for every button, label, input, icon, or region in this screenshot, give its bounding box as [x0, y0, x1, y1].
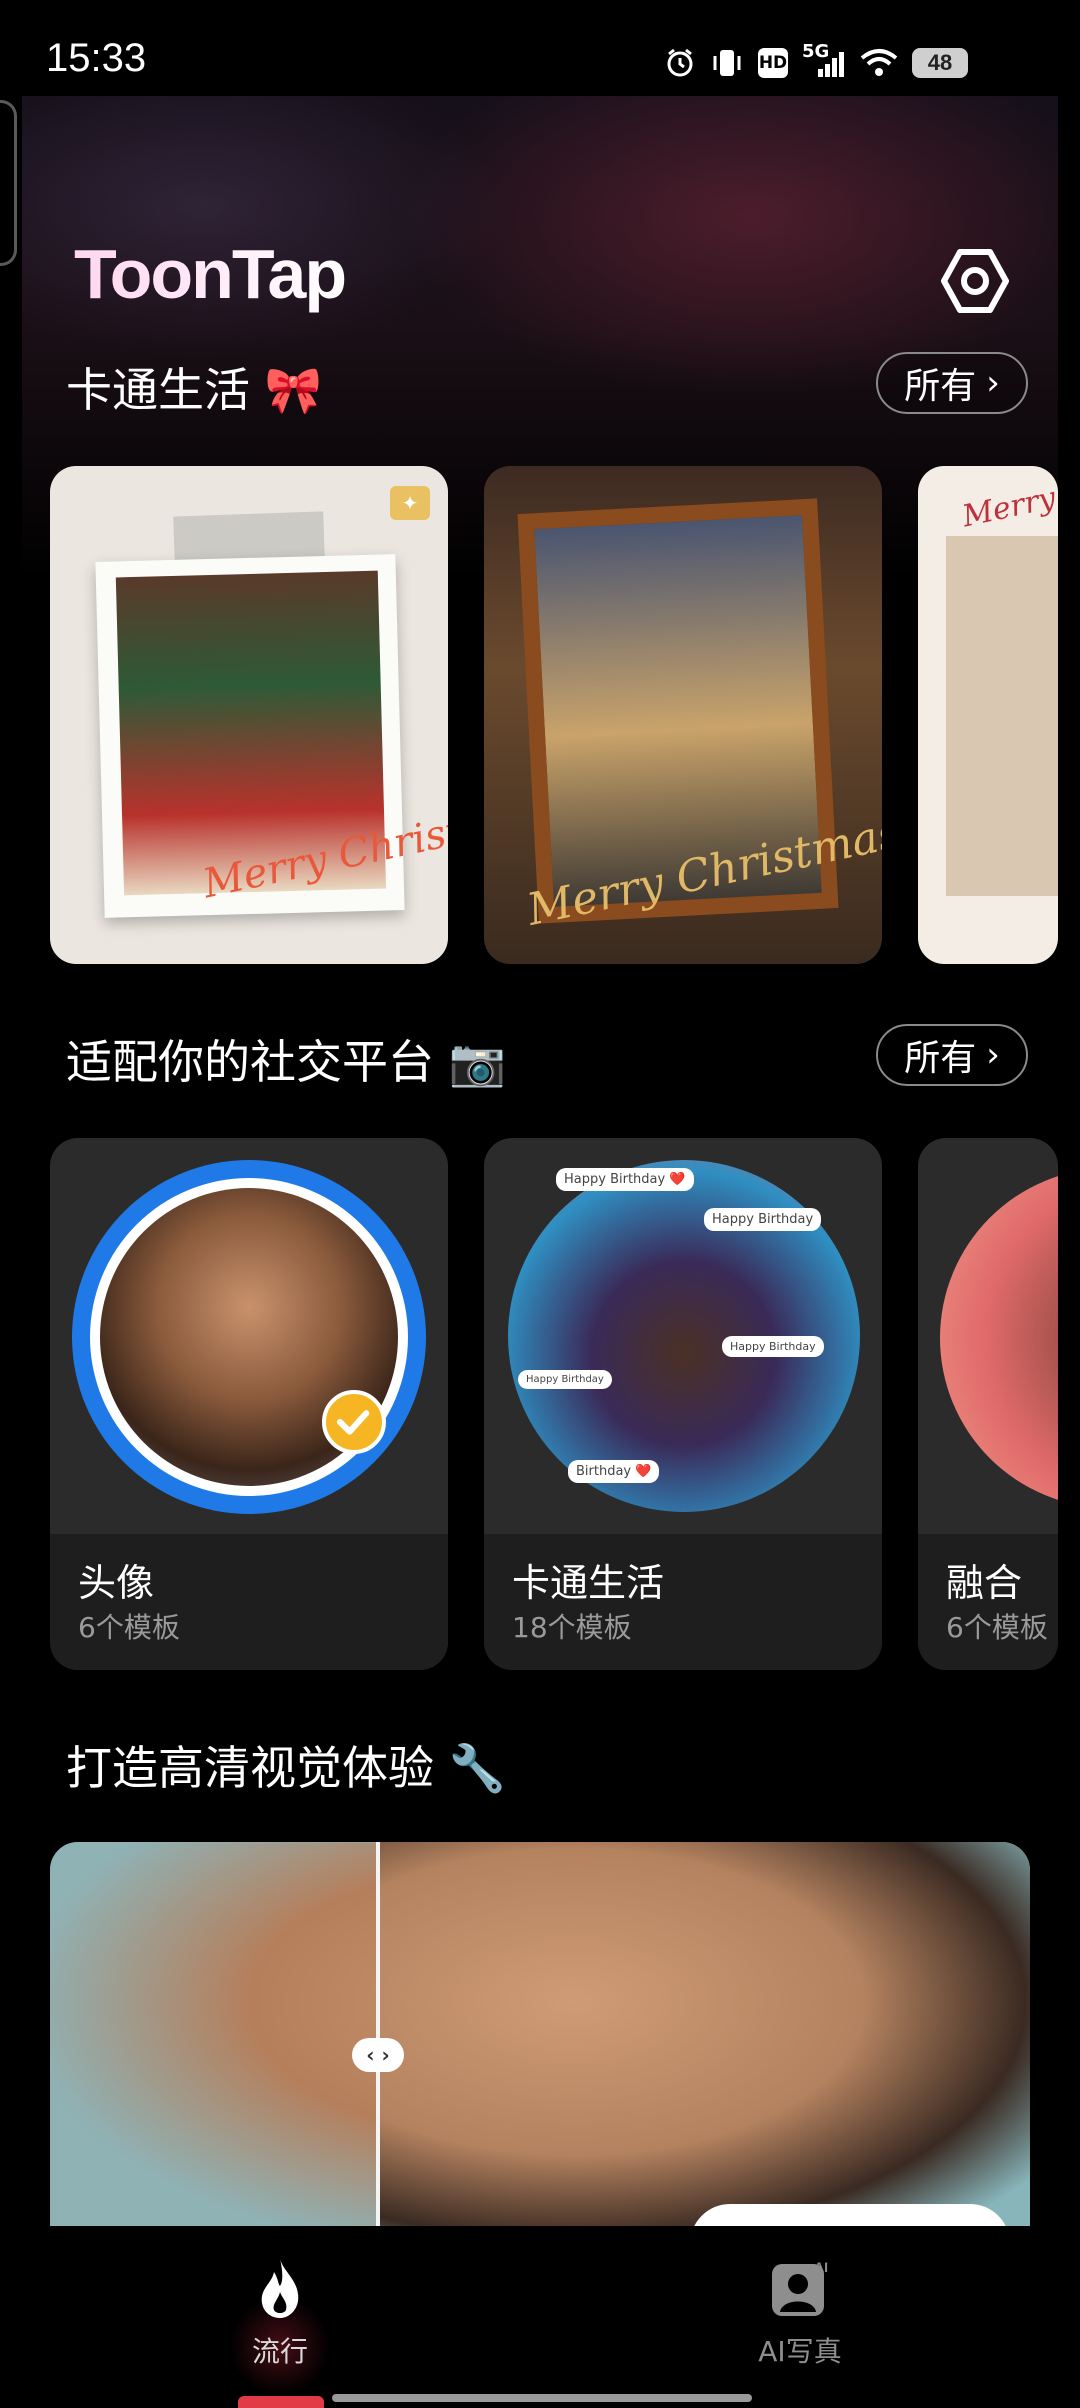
template-caption: Merry: [959, 480, 1058, 535]
status-icons: HD 5G 48: [664, 40, 968, 86]
more-label: 所有: [904, 366, 977, 407]
chevron-right-icon: ›: [986, 1035, 1000, 1075]
hd-icon: HD: [758, 48, 788, 78]
category-name: 融合: [946, 1561, 1023, 1605]
before-image: [50, 1842, 378, 2242]
fusion-preview: [940, 1168, 1058, 1508]
wifi-icon: [860, 49, 898, 76]
section-title-social: 适配你的社交平台 📷: [66, 1035, 506, 1089]
template-card[interactable]: ✦ Merry Christmas: [50, 466, 448, 964]
party-preview: Happy Birthday ❤️ Happy Birthday Happy B…: [508, 1160, 860, 1512]
template-card[interactable]: Merry Christmas: [484, 466, 882, 964]
nav-ai-portrait[interactable]: AI AI写真: [700, 2256, 900, 2370]
chevron-right-icon: ›: [986, 363, 1000, 403]
bottom-nav: 流行 AI AI写真: [0, 2226, 1080, 2408]
app-logo: ToonTap: [74, 235, 347, 313]
category-card-cartoon-life[interactable]: Happy Birthday ❤️ Happy Birthday Happy B…: [484, 1138, 882, 1670]
battery-icon: 48: [912, 48, 968, 78]
compare-handle[interactable]: ‹ ›: [352, 2038, 404, 2072]
birthday-bubble: Happy Birthday: [704, 1208, 822, 1231]
category-name: 卡通生活: [512, 1561, 665, 1605]
template-image: [946, 536, 1058, 896]
avatar-preview: [72, 1160, 426, 1514]
flame-icon: [261, 2258, 299, 2318]
more-label: 所有: [904, 1038, 977, 1079]
settings-hexagon-icon[interactable]: [940, 246, 1010, 316]
birthday-bubble: Happy Birthday: [722, 1336, 824, 1357]
alarm-icon: [667, 48, 693, 77]
section-title-hd: 打造高清视觉体验 🔧: [66, 1741, 506, 1795]
status-time: 15:33: [46, 36, 147, 80]
category-card-avatar[interactable]: 头像 6个模板: [50, 1138, 448, 1670]
category-count: 18个模板: [512, 1611, 632, 1644]
status-bar: 15:33 HD 5G 48: [0, 0, 1080, 96]
birthday-bubble: Happy Birthday: [518, 1370, 612, 1389]
category-name: 头像: [78, 1561, 155, 1605]
home-indicator[interactable]: [332, 2394, 752, 2402]
cartoon-life-carousel[interactable]: ✦ Merry Christmas Merry Christmas Merry: [50, 466, 1058, 964]
svg-text:AI: AI: [814, 2259, 828, 2275]
active-tab-indicator: [238, 2396, 324, 2408]
ai-portrait-icon: AI: [772, 2259, 828, 2316]
nav-label: AI写真: [758, 2335, 842, 2368]
cartoon-life-all-button[interactable]: 所有 ›: [876, 352, 1028, 414]
premium-crown-icon: ✦: [390, 486, 430, 520]
birthday-bubble: Birthday ❤️: [568, 1460, 660, 1483]
edge-app-stub: [0, 100, 17, 266]
social-all-button[interactable]: 所有 ›: [876, 1024, 1028, 1086]
category-card-fusion[interactable]: 融合 6个模板: [918, 1138, 1058, 1670]
nav-popular[interactable]: 流行: [180, 2256, 380, 2370]
nav-label: 流行: [251, 2335, 308, 2368]
app-screen: ToonTap 卡通生活 🎀 所有 › ✦ Merry Christmas Me…: [22, 96, 1058, 2408]
check-badge-icon: [322, 1390, 386, 1454]
vibrate-icon: [713, 50, 741, 76]
signal-icon: 5G: [802, 41, 846, 79]
section-title-cartoon-life: 卡通生活 🎀: [66, 363, 322, 417]
social-carousel[interactable]: 头像 6个模板 Happy Birthday ❤️ Happy Birthday…: [50, 1138, 1058, 1670]
birthday-bubble: Happy Birthday ❤️: [556, 1168, 694, 1191]
category-count: 6个模板: [78, 1611, 180, 1644]
hd-compare-card[interactable]: ‹ ›: [50, 1842, 1030, 2242]
after-image: [378, 1842, 1030, 2242]
template-card[interactable]: Merry: [918, 466, 1058, 964]
category-count: 6个模板: [946, 1611, 1048, 1644]
